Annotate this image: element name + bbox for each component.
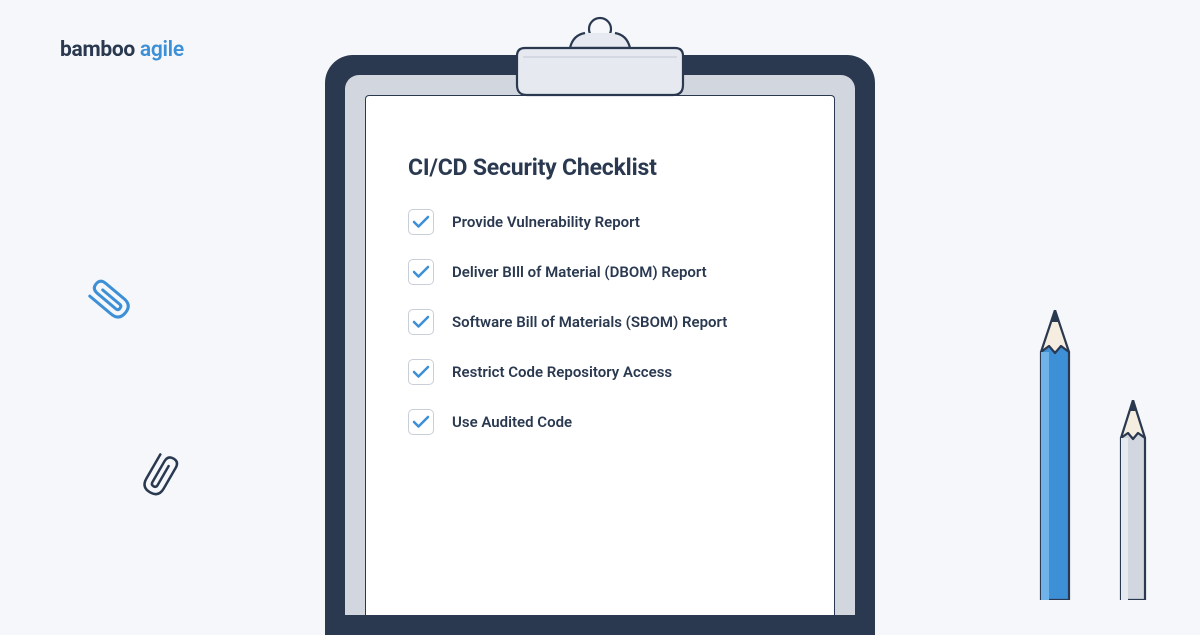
checklist-item: Restrict Code Repository Access [408,359,792,385]
checklist-item-label: Restrict Code Repository Access [452,363,672,381]
checklist-item-label: Use Audited Code [452,413,572,431]
checkmark-icon [408,309,434,335]
checklist-item-label: Software Bill of Materials (SBOM) Report [452,313,727,331]
checklist-item: Software Bill of Materials (SBOM) Report [408,309,792,335]
checkmark-icon [408,409,434,435]
brand-word-1: bamboo [60,38,135,62]
checkmark-icon [408,359,434,385]
pencil-icon [1116,400,1150,600]
checklist-item: Deliver BIll of Material (DBOM) Report [408,259,792,285]
brand-logo: bamboo agile [60,38,184,62]
checkmark-icon [408,259,434,285]
checklist-item: Use Audited Code [408,409,792,435]
paperclip-icon [130,445,190,505]
checklist-title: CI/CD Security Checklist [408,154,792,181]
clipboard: CI/CD Security Checklist Provide Vulnera… [325,55,875,635]
checklist-item-label: Provide Vulnerability Report [452,213,640,231]
checkmark-icon [408,209,434,235]
checklist-item-label: Deliver BIll of Material (DBOM) Report [452,263,707,281]
checklist-paper: CI/CD Security Checklist Provide Vulnera… [365,95,835,615]
pencil-icon [1035,310,1075,600]
paperclip-icon [80,270,140,330]
checklist-item: Provide Vulnerability Report [408,209,792,235]
clipboard-clip-icon [515,13,685,107]
brand-word-2: agile [140,38,184,62]
